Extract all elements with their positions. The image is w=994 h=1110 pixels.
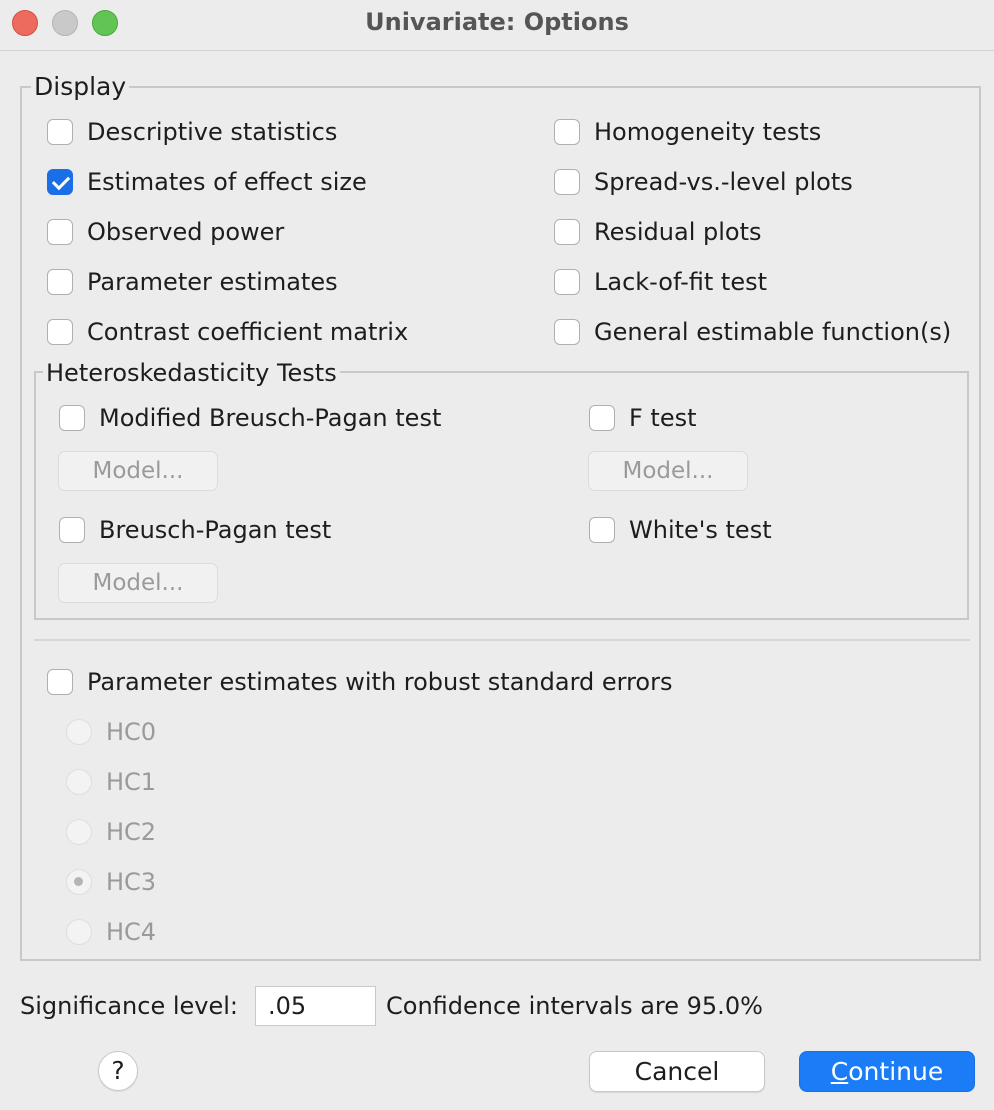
bp-option[interactable]: Breusch-Pagan test: [59, 516, 331, 544]
descriptive-statistics-checkbox[interactable]: [47, 119, 73, 145]
white-test-option[interactable]: White's test: [589, 516, 772, 544]
descriptive-statistics-label: Descriptive statistics: [87, 118, 338, 146]
general-estimable-option[interactable]: General estimable function(s): [554, 318, 951, 346]
hc0-radio[interactable]: [66, 719, 92, 745]
contrast-matrix-option[interactable]: Contrast coefficient matrix: [47, 318, 408, 346]
significance-level-label: Significance level:: [20, 992, 238, 1020]
modified-bp-checkbox[interactable]: [59, 405, 85, 431]
separator: [34, 639, 970, 641]
hc2-label: HC2: [106, 818, 157, 846]
effect-size-option[interactable]: Estimates of effect size: [47, 168, 367, 196]
hc1-label: HC1: [106, 768, 157, 796]
hc2-radio[interactable]: [66, 819, 92, 845]
display-legend: Display: [31, 72, 130, 102]
contrast-matrix-label: Contrast coefficient matrix: [87, 318, 409, 346]
effect-size-label: Estimates of effect size: [87, 168, 367, 196]
homogeneity-tests-checkbox[interactable]: [554, 119, 580, 145]
homogeneity-tests-label: Homogeneity tests: [594, 118, 822, 146]
parameter-estimates-checkbox[interactable]: [47, 269, 73, 295]
homogeneity-tests-option[interactable]: Homogeneity tests: [554, 118, 821, 146]
spread-level-plots-option[interactable]: Spread-vs.-level plots: [554, 168, 853, 196]
f-test-label: F test: [629, 404, 697, 432]
hc4-option[interactable]: HC4: [66, 918, 156, 946]
white-test-checkbox[interactable]: [589, 517, 615, 543]
hc4-radio[interactable]: [66, 919, 92, 945]
parameter-estimates-label: Parameter estimates: [87, 268, 338, 296]
heteroskedasticity-legend: Heteroskedasticity Tests: [43, 358, 340, 388]
general-estimable-checkbox[interactable]: [554, 319, 580, 345]
modified-bp-label: Modified Breusch-Pagan test: [99, 404, 442, 432]
general-estimable-label: General estimable function(s): [594, 318, 952, 346]
effect-size-checkbox[interactable]: [47, 169, 73, 195]
bp-model-button[interactable]: Model...: [58, 563, 218, 603]
residual-plots-option[interactable]: Residual plots: [554, 218, 761, 246]
significance-level-input[interactable]: [255, 986, 376, 1026]
hc4-label: HC4: [106, 918, 157, 946]
continue-label: ontinue: [848, 1057, 944, 1086]
f-test-option[interactable]: F test: [589, 404, 697, 432]
lack-of-fit-option[interactable]: Lack-of-fit test: [554, 268, 767, 296]
f-test-checkbox[interactable]: [589, 405, 615, 431]
hc3-radio[interactable]: [66, 869, 92, 895]
lack-of-fit-checkbox[interactable]: [554, 269, 580, 295]
white-test-label: White's test: [629, 516, 772, 544]
bp-label: Breusch-Pagan test: [99, 516, 332, 544]
hc1-radio[interactable]: [66, 769, 92, 795]
hc3-option[interactable]: HC3: [66, 868, 156, 896]
spread-level-plots-label: Spread-vs.-level plots: [594, 168, 853, 196]
help-button[interactable]: ?: [98, 1051, 138, 1091]
title-bar: Univariate: Options: [0, 0, 994, 51]
spread-level-plots-checkbox[interactable]: [554, 169, 580, 195]
confidence-interval-text: Confidence intervals are 95.0%: [386, 992, 763, 1020]
robust-se-option[interactable]: Parameter estimates with robust standard…: [47, 668, 672, 696]
contrast-matrix-checkbox[interactable]: [47, 319, 73, 345]
f-test-model-button[interactable]: Model...: [588, 451, 748, 491]
robust-se-checkbox[interactable]: [47, 669, 73, 695]
robust-se-label: Parameter estimates with robust standard…: [87, 668, 673, 696]
hc0-option[interactable]: HC0: [66, 718, 156, 746]
modified-bp-option[interactable]: Modified Breusch-Pagan test: [59, 404, 441, 432]
observed-power-option[interactable]: Observed power: [47, 218, 284, 246]
continue-button[interactable]: Continue: [799, 1051, 975, 1092]
observed-power-label: Observed power: [87, 218, 285, 246]
parameter-estimates-option[interactable]: Parameter estimates: [47, 268, 338, 296]
cancel-button[interactable]: Cancel: [589, 1051, 765, 1092]
residual-plots-label: Residual plots: [594, 218, 762, 246]
residual-plots-checkbox[interactable]: [554, 219, 580, 245]
descriptive-statistics-option[interactable]: Descriptive statistics: [47, 118, 337, 146]
hc3-label: HC3: [106, 868, 157, 896]
window-title: Univariate: Options: [365, 8, 629, 36]
observed-power-checkbox[interactable]: [47, 219, 73, 245]
hc1-option[interactable]: HC1: [66, 768, 156, 796]
lack-of-fit-label: Lack-of-fit test: [594, 268, 768, 296]
modified-bp-model-button[interactable]: Model...: [58, 451, 218, 491]
hc2-option[interactable]: HC2: [66, 818, 156, 846]
hc0-label: HC0: [106, 718, 157, 746]
continue-mnemonic: C: [830, 1057, 849, 1086]
bp-checkbox[interactable]: [59, 517, 85, 543]
